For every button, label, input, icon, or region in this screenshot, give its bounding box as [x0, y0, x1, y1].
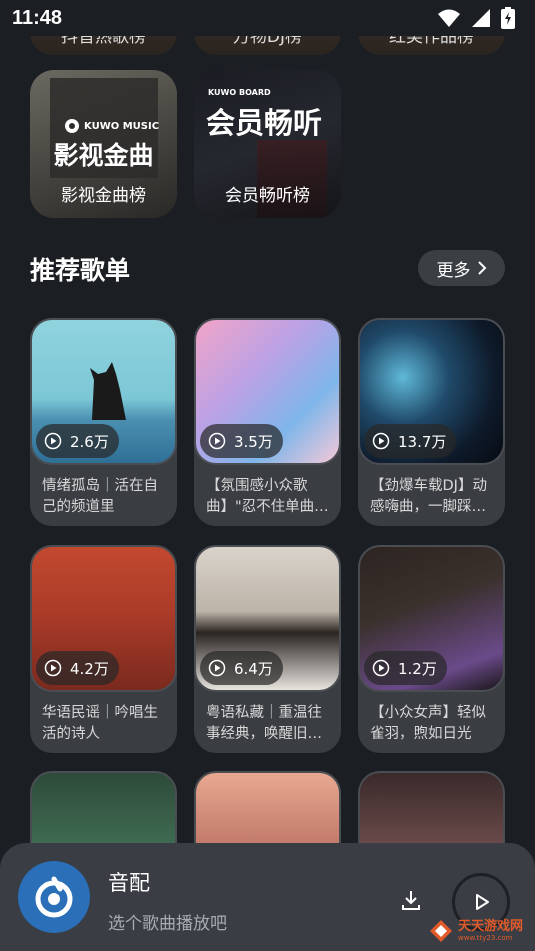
play-circle-icon: [372, 659, 390, 677]
brand-text: KUWO BOARD: [208, 88, 271, 97]
signal-icon: [472, 9, 490, 27]
battery-icon: [501, 7, 515, 29]
cover-title: 会员畅听: [206, 106, 323, 140]
play-count-value: 1.2万: [398, 659, 437, 678]
status-time: 11:48: [12, 6, 63, 29]
playlist-title: 【小众女声】轻似雀羽，煦如日光: [370, 705, 486, 742]
watermark: 天天游戏网 www.tty23.com: [428, 914, 533, 948]
chart-card-film-songs[interactable]: KUWO MUSIC 影视金曲 影视金曲榜: [30, 70, 177, 218]
play-count: 4.2万: [36, 651, 119, 685]
status-icons: [437, 7, 515, 29]
chart-label: 会员畅听榜: [225, 186, 310, 206]
play-count: 6.4万: [200, 651, 283, 685]
playlist-card[interactable]: 1.2万 【小众女声】轻似雀羽，煦如日光: [358, 545, 505, 753]
play-circle-icon: [208, 432, 226, 450]
kuwo-logo-icon: [65, 119, 79, 133]
more-label: 更多: [436, 260, 471, 281]
play-circle-icon: [44, 432, 62, 450]
playlist-title: 【氛围感小众歌曲】"忍不住单曲…: [206, 478, 329, 515]
play-circle-icon: [44, 659, 62, 677]
cover-title: 影视金曲: [53, 141, 154, 170]
playlist-card[interactable]: 4.2万 华语民谣｜吟唱生活的诗人: [30, 545, 177, 753]
playlist-card[interactable]: 6.4万 粤语私藏｜重温往事经典，唤醒旧…: [194, 545, 341, 753]
wifi-icon: [438, 9, 460, 27]
status-bar: 11:48: [0, 0, 535, 36]
playlist-title: 【劲爆车载DJ】动感嗨曲，一脚踩…: [370, 478, 487, 515]
player-title: 音配: [108, 871, 150, 895]
play-count: 2.6万: [36, 424, 119, 458]
download-button[interactable]: [394, 883, 428, 917]
playlist-title: 华语民谣｜吟唱生活的诗人: [42, 705, 158, 742]
cover-figure: [257, 140, 327, 218]
player-subtitle: 选个歌曲播放吧: [108, 914, 227, 934]
more-button[interactable]: 更多: [418, 250, 505, 286]
brand-text: KUWO MUSIC: [84, 120, 160, 132]
play-circle-icon: [208, 659, 226, 677]
play-count-value: 13.7万: [398, 432, 447, 451]
chevron-right-icon: [477, 261, 486, 275]
playlist-title: 情绪孤岛｜活在自己的频道里: [42, 478, 158, 515]
player-avatar: [18, 861, 90, 933]
play-count: 1.2万: [364, 651, 447, 685]
playlist-card[interactable]: 2.6万 情绪孤岛｜活在自己的频道里: [30, 318, 177, 526]
watermark-url: www.tty23.com: [458, 934, 513, 942]
chart-label: 影视金曲榜: [61, 186, 146, 206]
play-count: 3.5万: [200, 424, 283, 458]
playlist-card[interactable]: 3.5万 【氛围感小众歌曲】"忍不住单曲…: [194, 318, 341, 526]
watermark-text: 天天游戏网: [458, 919, 524, 934]
play-count: 13.7万: [364, 424, 457, 458]
kuwo-logo: KUWO MUSIC: [64, 118, 159, 134]
play-circle-icon: [372, 432, 390, 450]
play-count-value: 6.4万: [234, 659, 273, 678]
play-icon: [476, 894, 489, 910]
watermark-logo-icon: [430, 920, 452, 942]
play-count-value: 2.6万: [70, 432, 109, 451]
cat-silhouette: [90, 362, 126, 420]
section-title: 推荐歌单: [30, 256, 131, 285]
play-count-value: 4.2万: [70, 659, 109, 678]
app-logo-icon: [35, 876, 73, 918]
download-icon: [402, 891, 420, 910]
chart-card-vip[interactable]: KUWO BOARD 会员畅听 会员畅听榜: [194, 70, 341, 218]
play-count-value: 3.5万: [234, 432, 273, 451]
playlist-title: 粤语私藏｜重温往事经典，唤醒旧…: [206, 705, 322, 742]
playlist-card[interactable]: 13.7万 【劲爆车载DJ】动感嗨曲，一脚踩…: [358, 318, 505, 526]
